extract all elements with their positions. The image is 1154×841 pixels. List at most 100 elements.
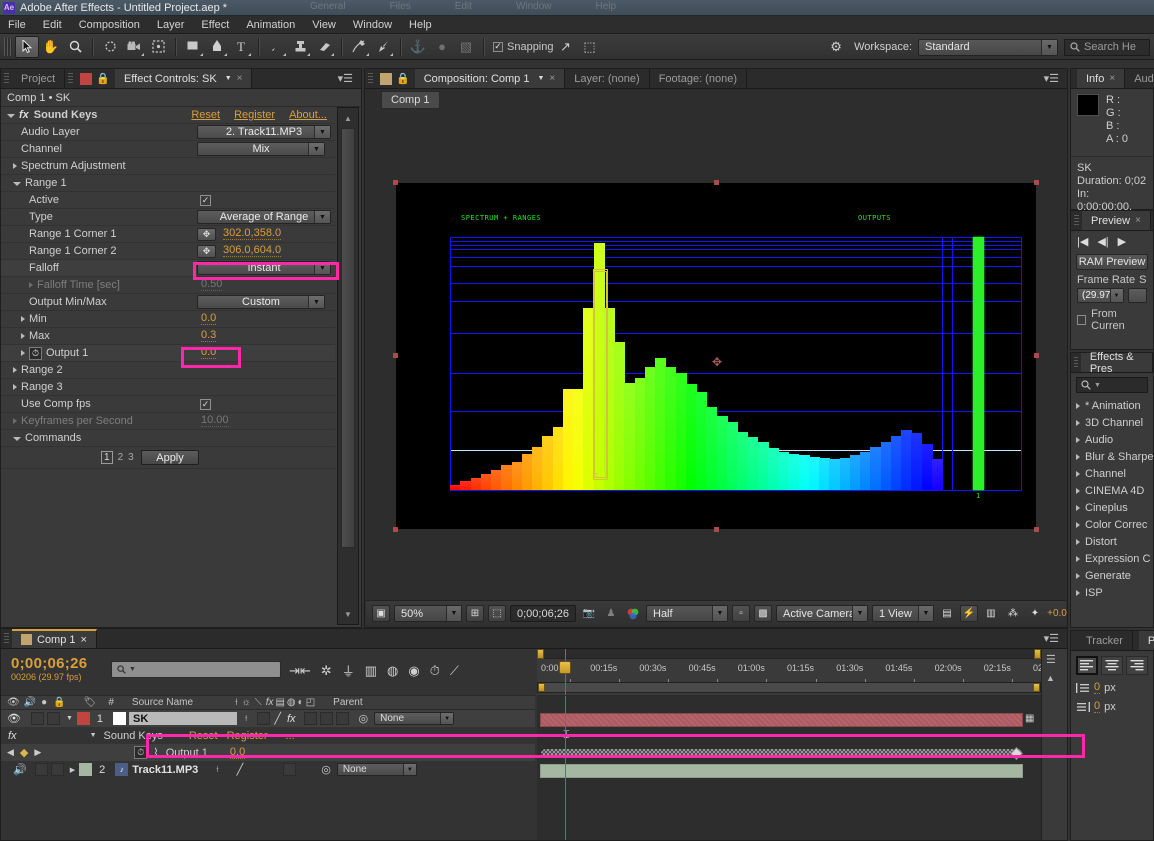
chevron-right-icon[interactable] (1076, 470, 1080, 477)
eye-icon[interactable]: 👁 (7, 712, 21, 725)
solo-icon[interactable]: ● (41, 697, 47, 708)
panel-grip[interactable] (1074, 215, 1079, 226)
rotation-tool-icon[interactable] (98, 36, 122, 58)
effect-more-link[interactable]: ... (286, 730, 295, 742)
skip-select[interactable] (1127, 288, 1147, 303)
menu-composition[interactable]: Composition (79, 19, 140, 31)
layer-clip-sk[interactable] (540, 713, 1023, 727)
table-row[interactable]: 👁 ▼ 1 SK ⟊ ╱ fx ◎ None ▼ (1, 710, 535, 727)
chevron-right-icon[interactable] (1076, 402, 1080, 409)
expand-icon[interactable]: ▼ (66, 715, 73, 722)
lock-icon[interactable]: 🔒 (396, 72, 410, 85)
layer-color-swatch[interactable] (79, 763, 93, 776)
panel-grip[interactable] (68, 73, 74, 84)
twirl-icon[interactable] (13, 437, 21, 441)
timeline-search-input[interactable]: ▼ (111, 661, 281, 678)
menu-animation[interactable]: Animation (246, 19, 295, 31)
draft-3d-icon[interactable]: ✲ (321, 663, 332, 679)
pen-tool-icon[interactable] (205, 36, 229, 58)
panel-grip[interactable] (4, 73, 9, 84)
layer-color-swatch[interactable] (76, 712, 90, 725)
twirl-icon[interactable] (29, 282, 33, 288)
resize-handle[interactable] (1034, 353, 1039, 358)
tab-info[interactable]: Info × (1077, 69, 1126, 88)
effects-category-item[interactable]: ISP (1071, 584, 1153, 601)
scroll-thumb[interactable] (341, 128, 355, 548)
tab-effects-presets[interactable]: Effects & Pres (1080, 351, 1153, 375)
resolution-select[interactable]: Half ▼ (646, 605, 728, 622)
chevron-down-icon[interactable]: ▼ (537, 75, 544, 82)
tab-project[interactable]: Project (12, 69, 66, 88)
effects-category-item[interactable]: Distort (1071, 533, 1153, 550)
property-name[interactable]: Output 1 (166, 747, 208, 759)
lock-icon[interactable]: 🔒 (53, 697, 65, 708)
property-row-use-comp-fps[interactable]: Use Comp fps ✓ (1, 396, 335, 413)
property-row-max[interactable]: Max 0.3 (1, 328, 335, 345)
timeline-icon[interactable]: ▥ (982, 605, 1000, 622)
quality-icon[interactable]: ╱ (274, 712, 281, 725)
work-area-start-handle[interactable] (537, 649, 544, 659)
snap-box-icon[interactable]: ⬚ (578, 36, 602, 58)
panel-menu-icon[interactable]: ▾☰ (1036, 629, 1067, 648)
menu-window[interactable]: Window (353, 19, 392, 31)
layer-clip-audio[interactable] (540, 764, 1023, 778)
effects-category-item[interactable]: 3D Channel (1071, 414, 1153, 431)
chevron-right-icon[interactable] (1076, 538, 1080, 545)
property-value[interactable]: 10.00 (201, 415, 229, 427)
effects-category-item[interactable]: Channel (1071, 465, 1153, 482)
hide-shy-layers-icon[interactable]: ⏚ (342, 661, 355, 680)
timeline-ruler[interactable]: 0:00s 00:15s 00:30s 00:45s 01:00s 01:15s 01:30… (537, 649, 1063, 695)
tab-layer[interactable]: Layer: (none) (565, 69, 650, 88)
tab-preview[interactable]: Preview × (1082, 211, 1151, 230)
label-icon[interactable]: 🏷 (84, 697, 97, 708)
property-value[interactable]: 0.0 (201, 347, 217, 359)
toggle-transparency-grid-icon[interactable]: ▣ (372, 605, 390, 622)
track-row-sk[interactable]: ▦ (537, 711, 1041, 728)
property-row-output-1[interactable]: ⏱ Output 1 0.0 (1, 345, 335, 362)
transparency-grid-icon[interactable]: ▩ (754, 605, 772, 622)
playhead-line[interactable] (565, 696, 566, 840)
camera-view-select[interactable]: Active Camera ▼ (776, 605, 868, 622)
pixel-aspect-icon[interactable]: ▤ (938, 605, 956, 622)
chevron-down-icon[interactable]: ▼ (1094, 382, 1101, 389)
playhead-handle[interactable] (559, 661, 571, 674)
puppet-pin-tool-icon[interactable] (371, 36, 395, 58)
tab-footage[interactable]: Footage: (none) (649, 69, 747, 88)
parent-select[interactable]: None ▼ (374, 712, 455, 725)
table-row[interactable]: 🔊 ▶ 2 ♪ Track11.MP3 ⟊ ╱ ◎ None ▼ (1, 761, 535, 778)
twirl-icon[interactable] (21, 350, 25, 356)
twirl-icon[interactable] (13, 182, 21, 186)
comp-flowchart-icon[interactable]: ⁂ (1004, 605, 1022, 622)
chevron-right-icon[interactable] (1076, 453, 1080, 460)
tab-composition[interactable]: Composition: Comp 1 ▼ × (414, 69, 566, 88)
chevron-right-icon[interactable] (1076, 555, 1080, 562)
roto-brush-tool-icon[interactable] (347, 36, 371, 58)
snapping-toggle[interactable]: ✓ Snapping (493, 41, 554, 53)
parent-header[interactable]: Parent (333, 697, 362, 708)
effects-category-item[interactable]: Blur & Sharpe (1071, 448, 1153, 465)
effects-category-item[interactable]: Expression C (1071, 550, 1153, 567)
effect-controls-scrollbar[interactable]: ▲ ▼ (337, 107, 359, 625)
work-area-bar[interactable] (537, 682, 1041, 693)
scroll-up-icon[interactable]: ▲ (1046, 673, 1055, 683)
menu-layer[interactable]: Layer (157, 19, 185, 31)
stopwatch-icon[interactable]: ⏱ (29, 346, 42, 360)
property-row-falloff[interactable]: Falloff Instant ▼ (1, 260, 335, 277)
property-value[interactable]: 302.0,358.0 (223, 228, 282, 240)
hand-tool-icon[interactable]: ✋ (39, 36, 63, 58)
comp-render-icon[interactable]: ▦ (1025, 713, 1039, 727)
indent-right-value[interactable]: 0 (1094, 700, 1101, 713)
apply-button[interactable]: Apply (141, 450, 199, 465)
point-picker-icon[interactable]: ✥ (197, 227, 216, 241)
from-current-row[interactable]: From Curren (1071, 303, 1153, 337)
work-area-end-cap[interactable] (1033, 683, 1040, 692)
tab-tracker[interactable]: Tracker (1077, 631, 1133, 650)
chevron-right-icon[interactable] (1076, 572, 1080, 579)
resize-handle[interactable] (1034, 180, 1039, 185)
eraser-tool-icon[interactable] (312, 36, 336, 58)
lock-toggle[interactable] (50, 763, 64, 776)
channel-rgb-icon[interactable] (624, 605, 642, 622)
twirl-icon[interactable] (13, 163, 17, 169)
preset-number-2[interactable]: 2 (118, 452, 124, 463)
property-row-range-2[interactable]: Range 2 (1, 362, 335, 379)
